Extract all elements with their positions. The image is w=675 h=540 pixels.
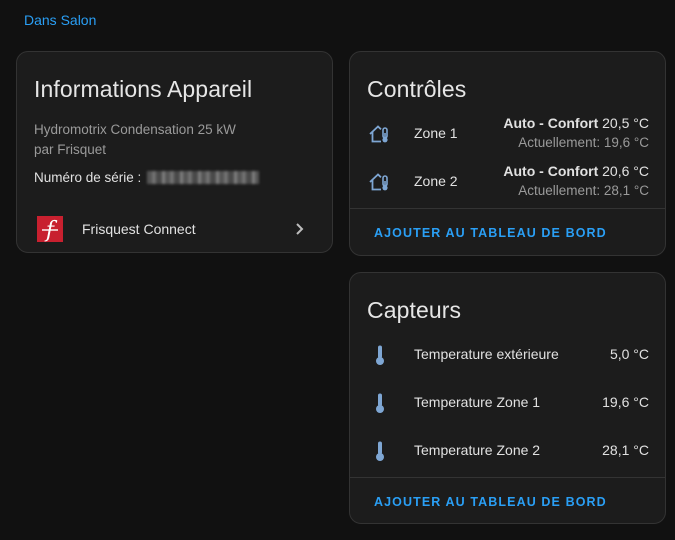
control-state: Auto - Confort 20,6 °C (503, 163, 649, 179)
control-name: Zone 2 (414, 173, 458, 189)
sensor-value: 19,6 °C (602, 394, 649, 410)
control-current: Actuellement: 28,1 °C (518, 183, 649, 198)
control-row-zone-2[interactable]: Zone 2 Auto - Confort 20,6 °C Actuelleme… (350, 162, 665, 202)
sensor-row-outdoor[interactable]: Temperature extérieure 5,0 °C (350, 335, 665, 375)
card-divider (350, 208, 665, 209)
control-state: Auto - Confort 20,5 °C (503, 115, 649, 131)
control-row-zone-1[interactable]: Zone 1 Auto - Confort 20,5 °C Actuelleme… (350, 114, 665, 154)
sensor-value: 28,1 °C (602, 442, 649, 458)
thermometer-icon (376, 345, 384, 365)
area-link[interactable]: Dans Salon (24, 12, 96, 28)
serial-number-redacted (147, 171, 260, 184)
device-model: Hydromotrix Condensation 25 kW (34, 122, 236, 137)
sensor-row-zone-2[interactable]: Temperature Zone 2 28,1 °C (350, 431, 665, 471)
sensor-row-zone-1[interactable]: Temperature Zone 1 19,6 °C (350, 383, 665, 423)
control-name: Zone 1 (414, 125, 458, 141)
control-mode: Auto - Confort (503, 115, 599, 131)
serial-number-label: Numéro de série : (34, 170, 142, 185)
sensors-card: Capteurs Temperature extérieure 5,0 °C T… (349, 272, 666, 524)
card-title: Capteurs (367, 297, 462, 323)
control-target: 20,6 °C (602, 163, 649, 179)
thermostat-home-icon (369, 173, 388, 191)
sensor-name: Temperature Zone 1 (414, 394, 541, 410)
thermometer-icon (376, 393, 384, 413)
sensor-name: Temperature extérieure (414, 346, 559, 362)
chevron-right-icon (296, 223, 304, 235)
card-title: Informations Appareil (34, 76, 253, 102)
sensor-name: Temperature Zone 2 (414, 442, 541, 458)
card-title: Contrôles (367, 76, 467, 102)
frisquet-logo-icon: f (37, 216, 63, 242)
add-to-dashboard-button[interactable]: AJOUTER AU TABLEAU DE BORD (374, 495, 607, 509)
device-info-card: Informations Appareil Hydromotrix Conden… (16, 51, 333, 253)
controls-card: Contrôles Zone 1 Auto - Confort 20,5 °C … (349, 51, 666, 256)
serial-number-row: Numéro de série : (34, 170, 260, 185)
thermostat-home-icon (369, 125, 388, 143)
integration-link[interactable]: f Frisquest Connect (18, 210, 331, 248)
device-manufacturer: par Frisquet (34, 142, 107, 157)
control-current: Actuellement: 19,6 °C (518, 135, 649, 150)
thermometer-icon (376, 441, 384, 461)
add-to-dashboard-button[interactable]: AJOUTER AU TABLEAU DE BORD (374, 226, 607, 240)
control-target: 20,5 °C (602, 115, 649, 131)
card-divider (350, 477, 665, 478)
control-mode: Auto - Confort (503, 163, 599, 179)
integration-name: Frisquest Connect (82, 221, 196, 237)
sensor-value: 5,0 °C (609, 346, 649, 362)
